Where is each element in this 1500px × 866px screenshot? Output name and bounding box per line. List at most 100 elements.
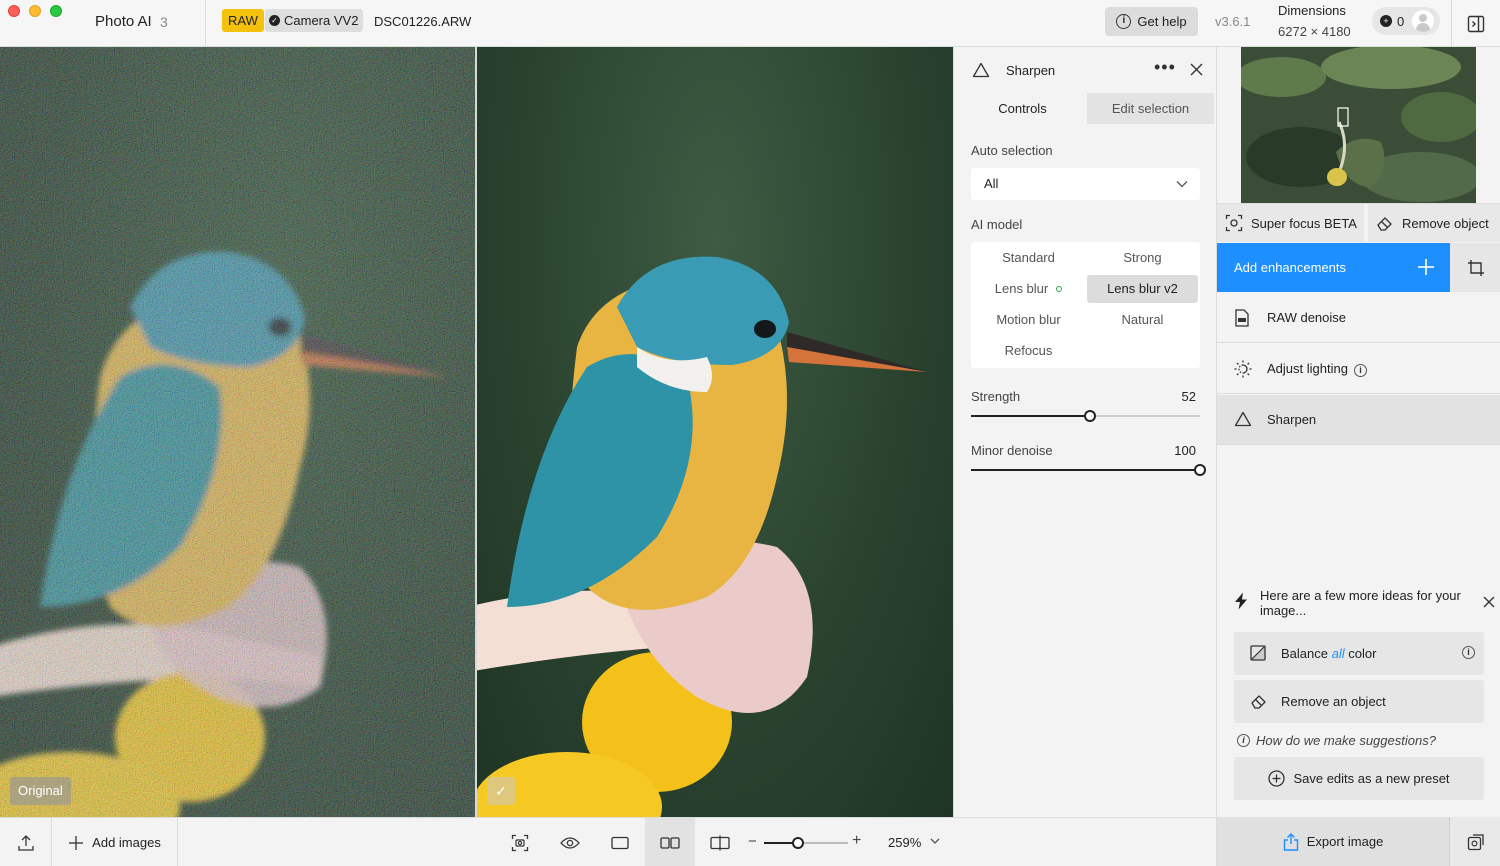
crop-icon [1467,259,1484,276]
add-images-button[interactable]: Add images [52,818,178,866]
camera-badge[interactable]: ✓ Camera VV2 [265,9,364,32]
window-zoom-button[interactable] [50,5,62,17]
title-bar: Photo AI 3 RAW ✓ Camera VV2 DSC01226.ARW… [0,0,1500,47]
bottom-toolbar: Add images − + 259% [0,817,1216,866]
remove-object-button[interactable]: Remove object [1368,204,1500,242]
title-divider [205,0,206,47]
tab-edit-selection[interactable]: Edit selection [1087,93,1214,124]
dimensions-value: 6272 × 4180 [1278,24,1351,39]
minor-denoise-slider[interactable] [971,464,1206,476]
account-credits[interactable]: + 0 [1372,7,1440,35]
strength-value[interactable]: 52 [1182,389,1196,404]
export-image-label: Export image [1306,834,1384,849]
zoom-in-icon[interactable]: + [852,832,861,850]
remove-object-label: Remove object [1402,215,1489,231]
minor-denoise-fill [971,469,1200,471]
strength-label: Strength [971,389,1021,404]
auto-selection-label: Auto selection [971,143,1053,158]
app-version: v3.6.1 [1215,14,1251,29]
file-name: DSC01226.ARW [374,14,472,29]
balance-suffix: color [1348,646,1377,661]
get-help-label: Get help [1137,14,1187,29]
close-icon[interactable] [1190,63,1203,76]
close-icon[interactable] [1483,596,1495,608]
more-options-icon[interactable]: ••• [1154,57,1176,78]
balance-accent: all [1331,646,1345,661]
balance-icon [1250,645,1266,661]
enhanced-image-pane[interactable]: ✓ [477,47,953,817]
minor-denoise-knob[interactable] [1194,464,1206,476]
model-natural[interactable]: Natural [1087,306,1198,334]
add-enhancements-button[interactable]: Add enhancements [1217,243,1450,292]
quick-tools: Super focus BETA Remove object [1217,203,1500,242]
info-icon[interactable]: i [1353,364,1367,377]
tab-controls[interactable]: Controls [958,93,1087,124]
strength-slider[interactable] [971,410,1200,422]
export-settings-button[interactable] [1449,817,1500,866]
balance-color-label: Balance all color [1281,646,1376,661]
get-help-button[interactable]: i Get help [1105,7,1198,36]
side-by-side-view-button[interactable] [645,818,695,866]
suggestions-info-text: How do we make suggestions? [1256,733,1436,748]
upload-button[interactable] [0,818,52,866]
ai-model-selector: Standard Strong Lens blur Lens blur v2 M… [971,242,1200,368]
original-image-pane[interactable]: Original [0,47,475,817]
plus-icon [1418,259,1434,275]
model-refocus[interactable]: Refocus [973,337,1084,365]
ai-model-label: AI model [971,217,1023,232]
sidebar-toggle-button[interactable] [1451,0,1500,47]
status-dot-icon [1056,286,1063,292]
suggestions-info-link[interactable]: i How do we make suggestions? [1237,733,1436,748]
model-lens-blur[interactable]: Lens blur [973,275,1084,303]
crop-button[interactable] [1450,243,1500,292]
auto-selection-value: All [984,176,999,191]
single-view-button[interactable] [595,818,645,866]
enhancement-raw-denoise[interactable]: RAW denoise [1217,293,1500,343]
model-motion-blur[interactable]: Motion blur [973,306,1084,334]
model-strong[interactable]: Strong [1087,244,1198,272]
screenshot-button[interactable] [495,818,545,866]
info-icon[interactable]: i [1462,646,1475,659]
window-minimize-button[interactable] [29,5,41,17]
navigator-thumbnail[interactable] [1241,47,1476,203]
minor-denoise-value[interactable]: 100 [1174,443,1196,458]
side-by-side-icon [660,836,680,849]
strength-fill [971,415,1091,417]
app-name: Photo AI [95,13,152,30]
remove-object-suggestion[interactable]: Remove an object [1234,680,1484,723]
upload-icon [17,834,34,851]
chevron-down-icon [1176,181,1188,188]
chevron-down-icon[interactable] [929,835,941,847]
zoom-out-icon[interactable]: − [748,833,757,850]
auto-selection-dropdown[interactable]: All [971,168,1200,200]
light-icon [1234,360,1252,378]
export-image-button[interactable]: Export image [1217,817,1449,866]
split-view-button[interactable] [695,818,745,866]
minor-denoise-label: Minor denoise [971,443,1053,458]
enhancement-label: RAW denoise [1267,310,1346,325]
enhanced-check-icon[interactable]: ✓ [487,777,515,805]
save-preset-button[interactable]: Save edits as a new preset [1234,757,1484,800]
model-lens-blur-v2[interactable]: Lens blur v2 [1087,275,1198,303]
avatar[interactable] [1412,10,1434,32]
model-standard[interactable]: Standard [973,244,1084,272]
zoom-slider[interactable]: − + [748,832,868,851]
window-close-button[interactable] [8,5,20,17]
remove-object-suggestion-label: Remove an object [1281,694,1386,709]
right-sidebar: Super focus BETA Remove object Add enhan… [1216,47,1500,866]
preview-toggle-button[interactable] [545,818,595,866]
zoom-value[interactable]: 259% [888,835,921,850]
export-icon [1283,832,1298,851]
add-enhancements-label: Add enhancements [1234,260,1347,275]
balance-color-suggestion[interactable]: Balance all color i [1234,632,1484,675]
original-label: Original [10,777,71,805]
super-focus-button[interactable]: Super focus BETA [1217,204,1366,242]
add-images-label: Add images [92,835,161,850]
enhancement-sharpen[interactable]: Sharpen [1217,395,1500,445]
enhancement-adjust-lighting[interactable]: Adjust lighting i [1217,344,1500,394]
image-viewer[interactable]: Original ✓ [0,47,953,817]
credit-icon: + [1380,15,1392,27]
focus-icon [1225,214,1243,232]
strength-knob[interactable] [1084,410,1097,422]
zoom-knob[interactable] [791,837,804,849]
